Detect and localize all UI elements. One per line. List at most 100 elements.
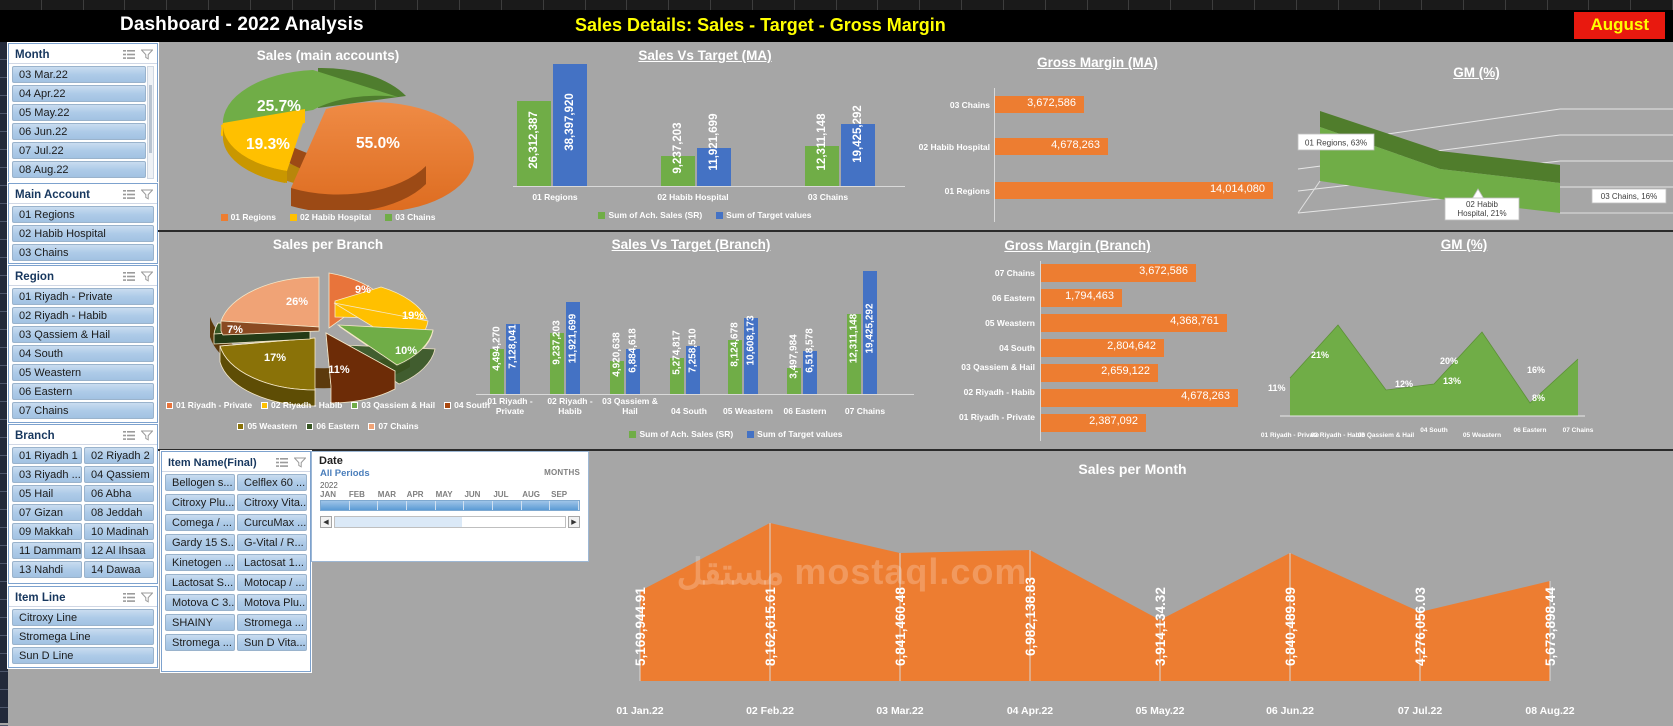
slicer-item[interactable]: 02 Riyadh - Habib: [12, 307, 154, 324]
slicer-item[interactable]: 03 Mar.22: [12, 66, 146, 83]
slicer-item[interactable]: SHAINY: [165, 614, 235, 631]
slicer-item[interactable]: 03 Riyadh ...: [12, 466, 82, 483]
slicer-item[interactable]: Stromega Line: [12, 628, 154, 645]
slicer-item[interactable]: 02 Habib Hospital: [12, 225, 154, 242]
hbar-gm[interactable]: 4,678,263: [995, 138, 1108, 155]
hbar-gm[interactable]: 14,014,080: [995, 182, 1273, 199]
slicer-item-name-final[interactable]: Item Name(Final) Bellogen s... Celflex 6…: [161, 451, 311, 672]
multi-select-icon[interactable]: [276, 457, 288, 468]
bar-target[interactable]: 19,425,292: [841, 105, 875, 186]
clear-filter-icon[interactable]: [141, 592, 153, 603]
slicer-item[interactable]: 05 Hail: [12, 485, 82, 502]
slicer-item[interactable]: Sun D Line: [12, 647, 154, 664]
timeline-track[interactable]: [320, 500, 580, 511]
slicer-item[interactable]: 11 Dammam: [12, 542, 82, 559]
bar-ach-sales[interactable]: 9,237,203: [550, 320, 564, 394]
slicer-item[interactable]: 01 Riyadh - Private: [12, 288, 154, 305]
slicer-month[interactable]: Month 03 Mar.22 04 Apr.22 05 May.22 06 J…: [8, 43, 158, 183]
timeline-slicer-date[interactable]: Date All Periods MONTHS 2022 JAN FEB MAR…: [311, 451, 589, 562]
slicer-item[interactable]: 02 Riyadh 2: [84, 447, 154, 464]
slicer-item[interactable]: Bellogen s...: [165, 474, 235, 491]
hbar-gm[interactable]: 3,672,586: [995, 96, 1084, 113]
hbar-gm[interactable]: 1,794,463: [1041, 289, 1122, 307]
slicer-item[interactable]: 01 Riyadh 1: [12, 447, 82, 464]
clear-filter-icon[interactable]: [141, 189, 153, 200]
hbar-gm[interactable]: 3,672,586: [1041, 264, 1196, 282]
slicer-item[interactable]: Motova C 3...: [165, 594, 235, 611]
slicer-item[interactable]: Kinetogen ...: [165, 554, 235, 571]
bar-ach-sales[interactable]: 9,237,203: [661, 122, 695, 186]
slicer-item[interactable]: Gardy 15 S...: [165, 534, 235, 551]
slicer-item[interactable]: Motocap / ...: [237, 574, 307, 591]
bar-target[interactable]: 38,397,920: [553, 64, 587, 186]
slicer-item[interactable]: 12 Al Ihsaa: [84, 542, 154, 559]
hbar-gm[interactable]: 2,804,642: [1041, 339, 1164, 357]
slicer-item[interactable]: 07 Chains: [12, 402, 154, 419]
timeline-scrollbar[interactable]: [334, 516, 566, 528]
hbar-gm[interactable]: 2,659,122: [1041, 364, 1158, 382]
clear-filter-icon[interactable]: [141, 271, 153, 282]
hbar-gm[interactable]: 4,678,263: [1041, 389, 1238, 407]
slicer-item[interactable]: 06 Jun.22: [12, 123, 146, 140]
slicer-item[interactable]: Citroxy Line: [12, 609, 154, 626]
slicer-item[interactable]: Motova Plu...: [237, 594, 307, 611]
bar-ach-sales[interactable]: 26,312,387: [517, 101, 551, 186]
slicer-item[interactable]: Lactosat 1...: [237, 554, 307, 571]
slicer-item[interactable]: Citroxy Plu...: [165, 494, 235, 511]
slicer-item[interactable]: 08 Aug.22: [12, 161, 146, 178]
multi-select-icon[interactable]: [123, 430, 135, 441]
bar-ach-sales[interactable]: 8,124,678: [728, 322, 742, 394]
slicer-item[interactable]: 07 Gizan: [12, 504, 82, 521]
slicer-branch[interactable]: Branch 01 Riyadh 1 02 Riyadh 2 03 Riyadh…: [8, 424, 158, 584]
slicer-item[interactable]: 05 Weastern: [12, 364, 154, 381]
bar-target[interactable]: 6,884,618: [626, 328, 640, 394]
bar-ach-sales[interactable]: 12,311,148: [805, 114, 839, 186]
slicer-item[interactable]: Stromega ...: [237, 614, 307, 631]
bar-target[interactable]: 19,425,292: [863, 271, 877, 394]
bar-ach-sales[interactable]: 4,920,638: [610, 332, 624, 394]
slicer-region[interactable]: Region 01 Riyadh - Private 02 Riyadh - H…: [8, 265, 158, 423]
slicer-item[interactable]: 04 Qassiem: [84, 466, 154, 483]
slicer-item[interactable]: 06 Eastern: [12, 383, 154, 400]
slicer-item[interactable]: CurcuMax ...: [237, 514, 307, 531]
timeline-scroll-left[interactable]: ◀: [320, 516, 332, 528]
bar-target[interactable]: 11,921,699: [697, 114, 731, 186]
slicer-item[interactable]: Celflex 60 ...: [237, 474, 307, 491]
clear-filter-icon[interactable]: [141, 430, 153, 441]
slicer-item[interactable]: 10 Madinah: [84, 523, 154, 540]
bar-ach-sales[interactable]: 3,497,984: [787, 334, 801, 394]
bar-target[interactable]: 10,608,173: [744, 315, 758, 394]
slicer-item[interactable]: 13 Nahdi: [12, 561, 82, 578]
bar-target[interactable]: 7,258,510: [686, 328, 700, 394]
slicer-item[interactable]: 07 Jul.22: [12, 142, 146, 159]
slicer-item[interactable]: Sun D Vita...: [237, 634, 307, 651]
bar-target[interactable]: 6,518,578: [803, 328, 817, 394]
bar-target[interactable]: 11,921,699: [566, 302, 580, 394]
slicer-item[interactable]: 01 Regions: [12, 206, 154, 223]
hbar-gm[interactable]: 4,368,761: [1041, 314, 1227, 332]
clear-filter-icon[interactable]: [141, 49, 153, 60]
slicer-item[interactable]: 08 Jeddah: [84, 504, 154, 521]
bar-ach-sales[interactable]: 12,311,148: [847, 314, 861, 394]
hbar-gm[interactable]: 2,387,092: [1041, 414, 1146, 432]
slicer-item[interactable]: Citroxy Vita...: [237, 494, 307, 511]
timeline-scroll-right[interactable]: ▶: [568, 516, 580, 528]
slicer-scrollbar[interactable]: [147, 66, 154, 179]
slicer-item[interactable]: 06 Abha: [84, 485, 154, 502]
slicer-item[interactable]: 04 Apr.22: [12, 85, 146, 102]
bar-ach-sales[interactable]: 4,494,270: [490, 326, 504, 394]
slicer-main-account[interactable]: Main Account 01 Regions 02 Habib Hospita…: [8, 183, 158, 264]
slicer-item[interactable]: Lactosat S...: [165, 574, 235, 591]
multi-select-icon[interactable]: [123, 592, 135, 603]
multi-select-icon[interactable]: [123, 49, 135, 60]
clear-filter-icon[interactable]: [294, 457, 306, 468]
slicer-item-line[interactable]: Item Line Citroxy Line Stromega Line Sun…: [8, 586, 158, 668]
multi-select-icon[interactable]: [123, 271, 135, 282]
slicer-item[interactable]: G-Vital / R...: [237, 534, 307, 551]
multi-select-icon[interactable]: [123, 189, 135, 200]
slicer-item[interactable]: 03 Chains: [12, 244, 154, 261]
slicer-item[interactable]: 05 May.22: [12, 104, 146, 121]
slicer-item[interactable]: 03 Qassiem & Hail: [12, 326, 154, 343]
bar-target[interactable]: 7,128,041: [506, 324, 520, 394]
slicer-item[interactable]: Comega / ...: [165, 514, 235, 531]
